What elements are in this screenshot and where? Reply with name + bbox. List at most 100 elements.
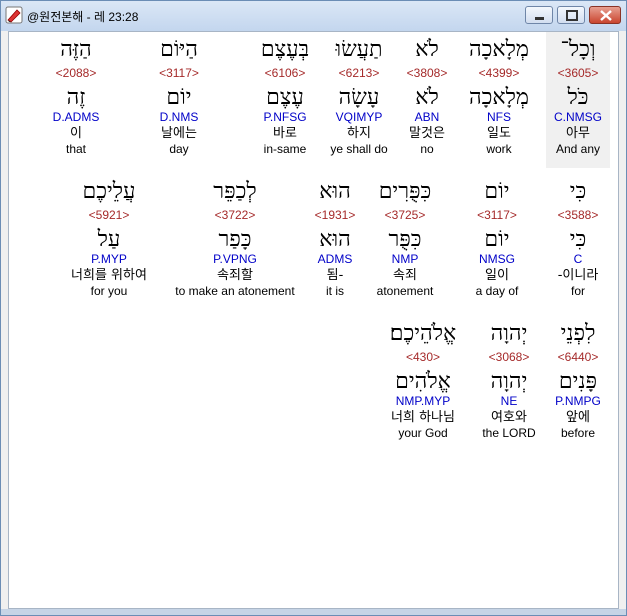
close-icon xyxy=(600,10,612,21)
morph-code: NMSG xyxy=(479,252,515,266)
lemma: יְהוָה xyxy=(490,369,528,394)
interlinear-panel[interactable]: וְכָל־ <3605> כֹּל C.NMSG 아무 And any מְל… xyxy=(8,31,619,609)
hebrew-word: עֲלֵיכֶם xyxy=(82,179,136,204)
english-gloss: And any xyxy=(555,142,601,156)
hebrew-word: בְּעֶצֶם xyxy=(260,37,310,62)
maximize-button[interactable] xyxy=(557,6,585,24)
morph-code: D.ADMS xyxy=(52,110,100,124)
english-gloss: before xyxy=(560,426,596,440)
lemma: אֱלֹהִים xyxy=(395,369,451,394)
morph-code: P.NFSG xyxy=(263,110,307,124)
word-cell[interactable]: הַיּוֹם <3117> יוֹם D.NMS 날에는 day xyxy=(146,32,212,157)
english-gloss: ye shall do xyxy=(330,142,388,156)
morph-code: NMP.MYP xyxy=(395,394,451,408)
hebrew-word: וְכָל־ xyxy=(560,37,596,62)
strong-number[interactable]: <3117> xyxy=(146,66,212,80)
morph-code: D.NMS xyxy=(159,110,199,124)
minimize-button[interactable] xyxy=(525,6,553,24)
strong-number[interactable]: <3588> xyxy=(552,208,604,222)
morph-code: VQIMYP xyxy=(335,110,383,124)
strong-number[interactable]: <3068> xyxy=(475,350,543,364)
strong-number[interactable]: <1931> xyxy=(307,208,363,222)
hebrew-word: הוּא xyxy=(319,179,351,204)
english-gloss: atonement xyxy=(376,284,434,298)
window-bottom-border xyxy=(1,609,626,615)
title-bar[interactable]: @원전본해 - 레 23:28 xyxy=(1,1,626,31)
morph-code: P.NMPG xyxy=(555,394,601,408)
english-gloss: the LORD xyxy=(482,426,536,440)
korean-gloss: 일이 xyxy=(485,268,509,283)
word-cell[interactable]: לְכַפֵּר <3722> כָּפַר P.VPNG 속죄할 to mak… xyxy=(167,174,303,299)
english-gloss: in-same xyxy=(263,142,307,156)
english-gloss: your God xyxy=(398,426,448,440)
strong-number[interactable]: <6106> xyxy=(252,66,318,80)
lemma: מְלָאכָה xyxy=(469,85,529,110)
hebrew-word: כִּי xyxy=(569,179,587,204)
strong-number[interactable]: <430> xyxy=(375,350,471,364)
korean-gloss: 아무 xyxy=(566,126,590,141)
hebrew-word: אֱלֹהֵיכֶם׃ xyxy=(389,321,457,346)
app-pen-icon[interactable] xyxy=(5,6,23,24)
word-cell[interactable]: וְכָל־ <3605> כֹּל C.NMSG 아무 And any xyxy=(546,32,610,168)
word-cell[interactable]: הַזֶּה <2088> זֶה D.ADMS 이 that xyxy=(43,32,109,157)
strong-number[interactable]: <2088> xyxy=(43,66,109,80)
morph-code: NMP xyxy=(391,252,419,266)
lemma: עַל xyxy=(97,227,121,252)
word-cell[interactable]: מְלָאכָה <4399> מְלָאכָה NFS 일도 work xyxy=(459,32,539,157)
word-cell[interactable]: עֲלֵיכֶם <5921> עַל P.MYP 너희를 위하여 for yo… xyxy=(55,174,163,299)
english-gloss: that xyxy=(65,142,86,156)
morph-code: C.NMSG xyxy=(554,110,602,124)
english-gloss: it is xyxy=(326,284,344,298)
strong-number[interactable]: <6440> xyxy=(547,350,609,364)
morph-code: C xyxy=(573,252,583,266)
english-gloss: no xyxy=(420,142,434,156)
strong-number[interactable]: <3808> xyxy=(397,66,457,80)
korean-gloss: 날에는 xyxy=(161,126,197,141)
strong-number[interactable]: <6213> xyxy=(324,66,394,80)
hebrew-word: לְכַפֵּר xyxy=(213,179,257,204)
word-cell[interactable]: הוּא <1931> הוּא ADMS 됨- it is xyxy=(307,174,363,299)
word-cell[interactable]: כִּי <3588> כִּי C -이니라 for xyxy=(552,174,604,299)
close-button[interactable] xyxy=(589,6,621,24)
strong-number[interactable]: <5921> xyxy=(55,208,163,222)
korean-gloss: 속죄 xyxy=(393,268,417,283)
word-cell[interactable]: אֱלֹהֵיכֶם׃ <430> אֱלֹהִים NMP.MYP 너희 하나… xyxy=(375,316,471,441)
korean-gloss: 너희를 위하여 xyxy=(71,268,147,283)
lemma: יוֹם xyxy=(166,85,192,110)
english-gloss: to make an atonement xyxy=(175,284,295,298)
word-cell[interactable]: בְּעֶצֶם <6106> עֶצֶם P.NFSG 바로 in-same xyxy=(252,32,318,157)
strong-number[interactable]: <3605> xyxy=(546,66,610,80)
word-cell[interactable]: יוֹם <3117> יוֹם NMSG 일이 a day of xyxy=(467,174,527,299)
morph-code: NE xyxy=(500,394,518,408)
korean-gloss: 일도 xyxy=(487,126,511,141)
english-gloss: day xyxy=(169,142,189,156)
english-gloss: a day of xyxy=(475,284,519,298)
korean-gloss: 앞에 xyxy=(566,410,590,425)
morph-code: ABN xyxy=(414,110,440,124)
strong-number[interactable]: <3117> xyxy=(467,208,527,222)
lemma: יוֹם xyxy=(484,227,510,252)
english-gloss: for you xyxy=(90,284,128,298)
strong-number[interactable]: <4399> xyxy=(459,66,539,80)
hebrew-word: תַעֲשׂוּ xyxy=(335,37,383,62)
english-gloss: for xyxy=(570,284,585,298)
word-cell[interactable]: לֹא <3808> לֹא ABN 말것은 no xyxy=(397,32,457,157)
window-title: @원전본해 - 레 23:28 xyxy=(27,10,139,24)
korean-gloss: 속죄할 xyxy=(217,268,253,283)
strong-number[interactable]: <3725> xyxy=(365,208,445,222)
strong-number[interactable]: <3722> xyxy=(167,208,303,222)
lemma: זֶה xyxy=(66,85,86,110)
hebrew-word: לֹא xyxy=(415,37,439,62)
word-cell[interactable]: לִפְנֵי <6440> פָּנִים P.NMPG 앞에 before xyxy=(547,316,609,441)
lemma: עֶצֶם xyxy=(266,85,304,110)
lemma: פָּנִים xyxy=(558,369,598,394)
maximize-icon xyxy=(566,10,578,21)
word-cell[interactable]: כִּפֻּרִים <3725> כִּפֻּר NMP 속죄 atoneme… xyxy=(365,174,445,299)
lemma: לֹא xyxy=(415,85,439,110)
korean-gloss: 말것은 xyxy=(409,126,445,141)
morph-code: NFS xyxy=(487,110,511,124)
lemma: כָּפַר xyxy=(218,227,252,252)
word-cell[interactable]: יְהוָה <3068> יְהוָה NE 여호와 the LORD xyxy=(475,316,543,441)
word-cell[interactable]: תַעֲשׂוּ <6213> עָשָׂה VQIMYP 하지 ye shal… xyxy=(324,32,394,157)
morph-code: P.VPNG xyxy=(213,252,257,266)
